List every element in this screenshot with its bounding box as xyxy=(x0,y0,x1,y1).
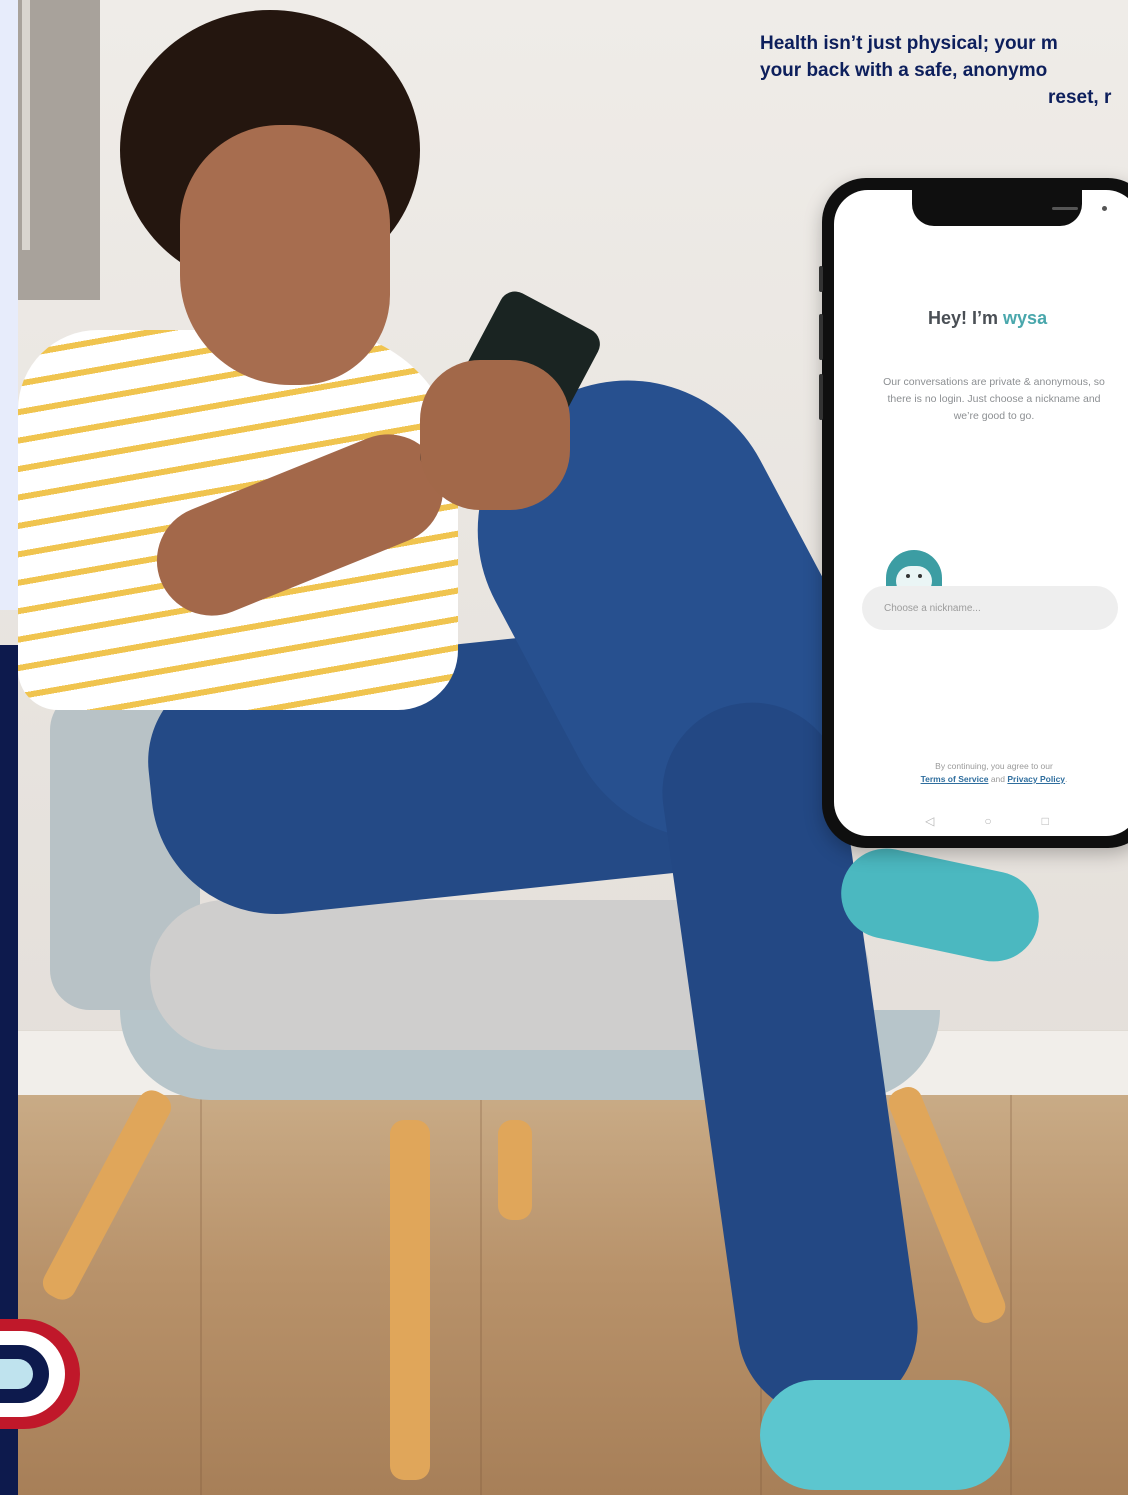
phone-side-button xyxy=(819,266,823,292)
phone-screen: Hey! I’m wysa Our conversations are priv… xyxy=(834,190,1128,836)
face xyxy=(180,125,390,385)
headline-line: reset, r xyxy=(1048,87,1112,108)
terms-notice: By continuing, you agree to our Terms of… xyxy=(844,760,1128,786)
left-panel-light xyxy=(0,0,18,610)
floor-plank xyxy=(1010,1095,1012,1495)
headline: Health isn’t just physical; your m your … xyxy=(760,30,1128,111)
window-curtain xyxy=(18,0,100,300)
terms-suffix: . xyxy=(1065,774,1068,784)
chair-leg xyxy=(498,1120,532,1220)
floor-plank xyxy=(200,1095,202,1495)
sock xyxy=(760,1380,1010,1490)
back-nav-icon[interactable]: ◁ xyxy=(925,814,934,828)
speaker xyxy=(1052,207,1078,210)
penguin-mascot-icon xyxy=(886,550,942,586)
phone-side-button xyxy=(819,374,823,420)
mascot-face xyxy=(896,566,932,586)
mascot-eye xyxy=(906,574,910,578)
window-frame xyxy=(22,0,30,250)
phone-notch xyxy=(912,190,1107,226)
android-nav-bar: ◁ ○ □ xyxy=(834,814,1128,828)
hand xyxy=(420,360,570,510)
chair-leg xyxy=(390,1120,430,1480)
headline-line: your back with a safe, anonymo xyxy=(760,60,1048,81)
terms-and: and xyxy=(990,774,1006,784)
headline-line: Health isn’t just physical; your m xyxy=(760,33,1058,54)
brand-name: wysa xyxy=(1003,308,1048,328)
privacy-policy-link[interactable]: Privacy Policy xyxy=(1007,774,1065,784)
intro-text: Our conversations are private & anonymou… xyxy=(883,376,1105,422)
phone-mockup: Hey! I’m wysa Our conversations are priv… xyxy=(819,178,1128,848)
camera xyxy=(1102,206,1107,211)
floor-plank xyxy=(480,1095,482,1495)
terms-of-service-link[interactable]: Terms of Service xyxy=(921,774,989,784)
recent-apps-nav-icon[interactable]: □ xyxy=(1042,814,1049,828)
home-nav-icon[interactable]: ○ xyxy=(984,814,991,828)
phone-side-button xyxy=(819,314,823,360)
brand-logo-icon xyxy=(0,1319,80,1429)
greeting-prefix: Hey! I’m xyxy=(928,308,999,328)
nickname-input[interactable] xyxy=(862,586,1118,630)
terms-prefix: By continuing, you agree to our xyxy=(935,761,1053,771)
greeting-title: Hey! I’m wysa xyxy=(844,308,1128,329)
mascot-eye xyxy=(918,574,922,578)
